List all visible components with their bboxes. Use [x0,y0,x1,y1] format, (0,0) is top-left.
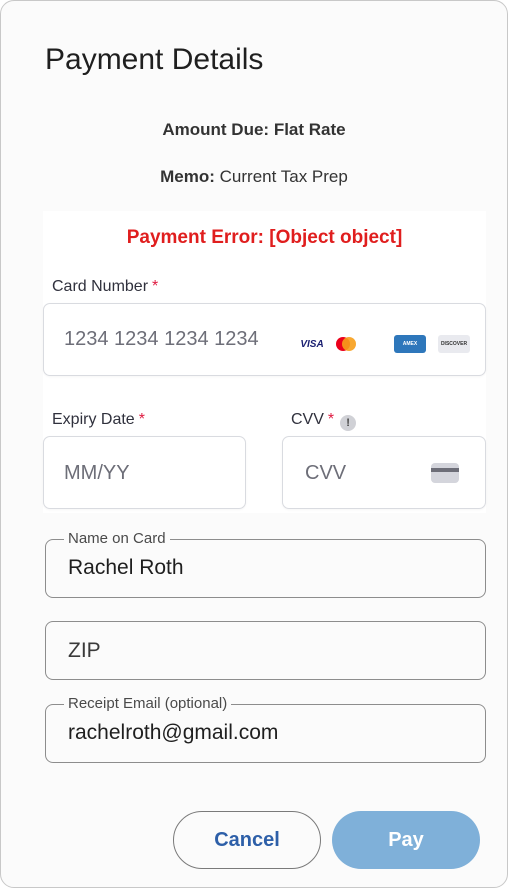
memo-value: Current Tax Prep [219,167,348,186]
expiry-date-input[interactable]: MM/YY [43,436,246,509]
name-on-card-label: Name on Card [64,530,170,547]
receipt-email-label: Receipt Email (optional) [64,695,232,712]
cvv-placeholder: CVV [305,462,347,484]
card-number-input[interactable]: 1234 1234 1234 1234 VISA AMEX DISCOVER [43,303,486,376]
mastercard-logo-icon [330,335,362,353]
amex-logo-icon: AMEX [394,335,426,353]
card-back-icon [431,463,459,488]
cvv-label-text: CVV [291,411,324,428]
card-number-placeholder: 1234 1234 1234 1234 [64,328,259,350]
receipt-email-value: rachelroth@gmail.com [68,721,279,744]
zip-placeholder: ZIP [68,639,101,662]
memo: Memo: Current Tax Prep [1,167,507,187]
zip-field[interactable]: ZIP [45,621,486,680]
cancel-button[interactable]: Cancel [173,811,321,869]
payment-error-message: Payment Error: [Object object] [126,227,403,248]
name-on-card-value: Rachel Roth [68,556,184,579]
expiry-date-label: Expiry Date * [52,411,145,429]
expiry-date-label-text: Expiry Date [52,411,135,428]
cvv-input[interactable]: CVV [282,436,486,509]
required-mark: * [138,411,145,428]
receipt-email-field[interactable]: Receipt Email (optional) rachelroth@gmai… [45,695,486,763]
discover-logo-icon: DISCOVER [438,335,470,353]
amount-due-label: Amount Due: [162,120,270,139]
cvv-label: CVV *! [291,411,357,431]
pay-button[interactable]: Pay [332,811,480,869]
info-icon[interactable]: ! [340,415,357,431]
amount-due-value: Flat Rate [273,120,346,139]
card-element-panel: Payment Error: [Object object] Card Numb… [43,211,486,513]
visa-logo-icon: VISA [300,338,324,350]
dialog-title: Payment Details [45,43,264,76]
payment-dialog: Payment Details Amount Due: Flat Rate Me… [0,0,508,888]
memo-label: Memo: [160,167,215,186]
expiry-date-placeholder: MM/YY [64,462,130,484]
required-mark: * [327,411,335,428]
name-on-card-field[interactable]: Name on Card Rachel Roth [45,530,486,598]
amount-due: Amount Due: Flat Rate [1,120,507,140]
card-number-label-text: Card Number [52,278,149,295]
card-number-label: Card Number * [52,278,158,296]
required-mark: * [152,278,159,295]
